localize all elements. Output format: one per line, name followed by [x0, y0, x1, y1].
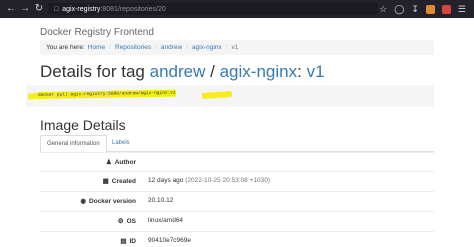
created-label: Created: [111, 177, 136, 185]
breadcrumb: You are here: Home / Repositories / andr…: [40, 40, 434, 55]
id-label: ID: [129, 237, 137, 245]
os-label: OS: [126, 217, 136, 225]
detail-key: ♟ Author: [105, 158, 136, 167]
breadcrumb-tag: v1: [231, 44, 239, 51]
docker-version-value: 20.10.12: [148, 197, 174, 204]
author-label: Author: [114, 158, 136, 166]
address-bar[interactable]: □ agix-registry:8081/repositories/20: [48, 3, 378, 15]
breadcrumb-separator: /: [109, 44, 111, 51]
detail-key: ⚙ OS: [117, 217, 136, 226]
breadcrumb-repositories[interactable]: Repositories: [115, 44, 151, 51]
user-icon: ♟: [105, 159, 112, 166]
tab-general-information[interactable]: General information: [40, 135, 107, 153]
os-value: linux/amd64: [148, 217, 184, 224]
highlighter-mark: [201, 90, 233, 100]
id-value: 90410e7c969e: [148, 237, 192, 244]
detail-row-created: ▦ Created 12 days ago (2022-10-25 20:53:0…: [40, 171, 434, 189]
detail-row-id: ▤ ID 90410e7c969e: [40, 231, 434, 247]
breadcrumb-separator: /: [155, 44, 157, 51]
brand-title[interactable]: Docker Registry Frontend: [40, 27, 154, 38]
forward-arrow-icon[interactable]: →: [18, 0, 32, 18]
pull-command-box: docker pull agix-registry:5000/andrew/ag…: [26, 85, 434, 107]
breadcrumb-user[interactable]: andrew: [161, 44, 182, 51]
page-info-icon[interactable]: □: [54, 6, 58, 13]
title-slash: /: [210, 62, 215, 81]
url-path: :8081/repositories/20: [100, 5, 166, 13]
title-tag-link[interactable]: v1: [307, 62, 325, 81]
breadcrumb-separator: /: [186, 44, 189, 51]
docker-icon: ◉: [80, 198, 87, 205]
breadcrumb-repo[interactable]: agix-nginx: [192, 44, 222, 51]
id-icon: ▤: [120, 238, 127, 245]
extension-icon[interactable]: [425, 4, 435, 14]
details-tabs: General information Labels: [40, 135, 434, 153]
title-repo-user-link[interactable]: andrew: [150, 62, 206, 81]
detail-key: ▦ Created: [102, 177, 136, 186]
hamburger-menu-icon[interactable]: ☰: [458, 0, 466, 18]
breadcrumb-prefix: You are here:: [46, 44, 85, 51]
detail-key: ▤ ID: [120, 237, 137, 246]
created-relative: 12 days ago: [148, 177, 184, 184]
created-timestamp: (2022-10-25 20:53:08 +1030): [185, 177, 270, 184]
toolbar-right: ☆ ◯ ↧ ☰: [379, 0, 466, 18]
detail-key: ◉ Docker version: [80, 197, 136, 206]
url-host: agix-registry: [62, 5, 101, 13]
back-arrow-icon[interactable]: ←: [4, 0, 18, 18]
title-colon: :: [297, 62, 302, 81]
title-prefix: Details for tag: [40, 62, 145, 81]
extension-icon-2[interactable]: [441, 4, 451, 14]
reload-icon[interactable]: ↻: [32, 0, 46, 18]
gear-icon: ⚙: [117, 218, 124, 225]
section-title: Image Details: [40, 117, 126, 133]
detail-row-os: ⚙ OS linux/amd64: [40, 211, 434, 229]
pull-command[interactable]: docker pull agix-registry:5000/andrew/ag…: [37, 89, 176, 99]
title-repo-name-link[interactable]: agix-nginx: [220, 62, 298, 81]
shield-icon[interactable]: ◯: [394, 0, 404, 18]
page-title: Details for tag andrew / agix-nginx: v1: [40, 62, 325, 82]
docker-version-label: Docker version: [89, 197, 136, 205]
breadcrumb-home[interactable]: Home: [88, 44, 105, 51]
created-value: 12 days ago (2022-10-25 20:53:08 +1030): [148, 177, 270, 184]
breadcrumb-separator: /: [225, 44, 228, 51]
calendar-icon: ▦: [102, 178, 109, 185]
detail-row-docker-version: ◉ Docker version 20.10.12: [40, 191, 434, 209]
detail-row-author: ♟ Author: [40, 152, 434, 170]
download-icon[interactable]: ↧: [411, 0, 419, 18]
tab-labels[interactable]: Labels: [106, 135, 136, 152]
star-icon[interactable]: ☆: [379, 0, 387, 18]
